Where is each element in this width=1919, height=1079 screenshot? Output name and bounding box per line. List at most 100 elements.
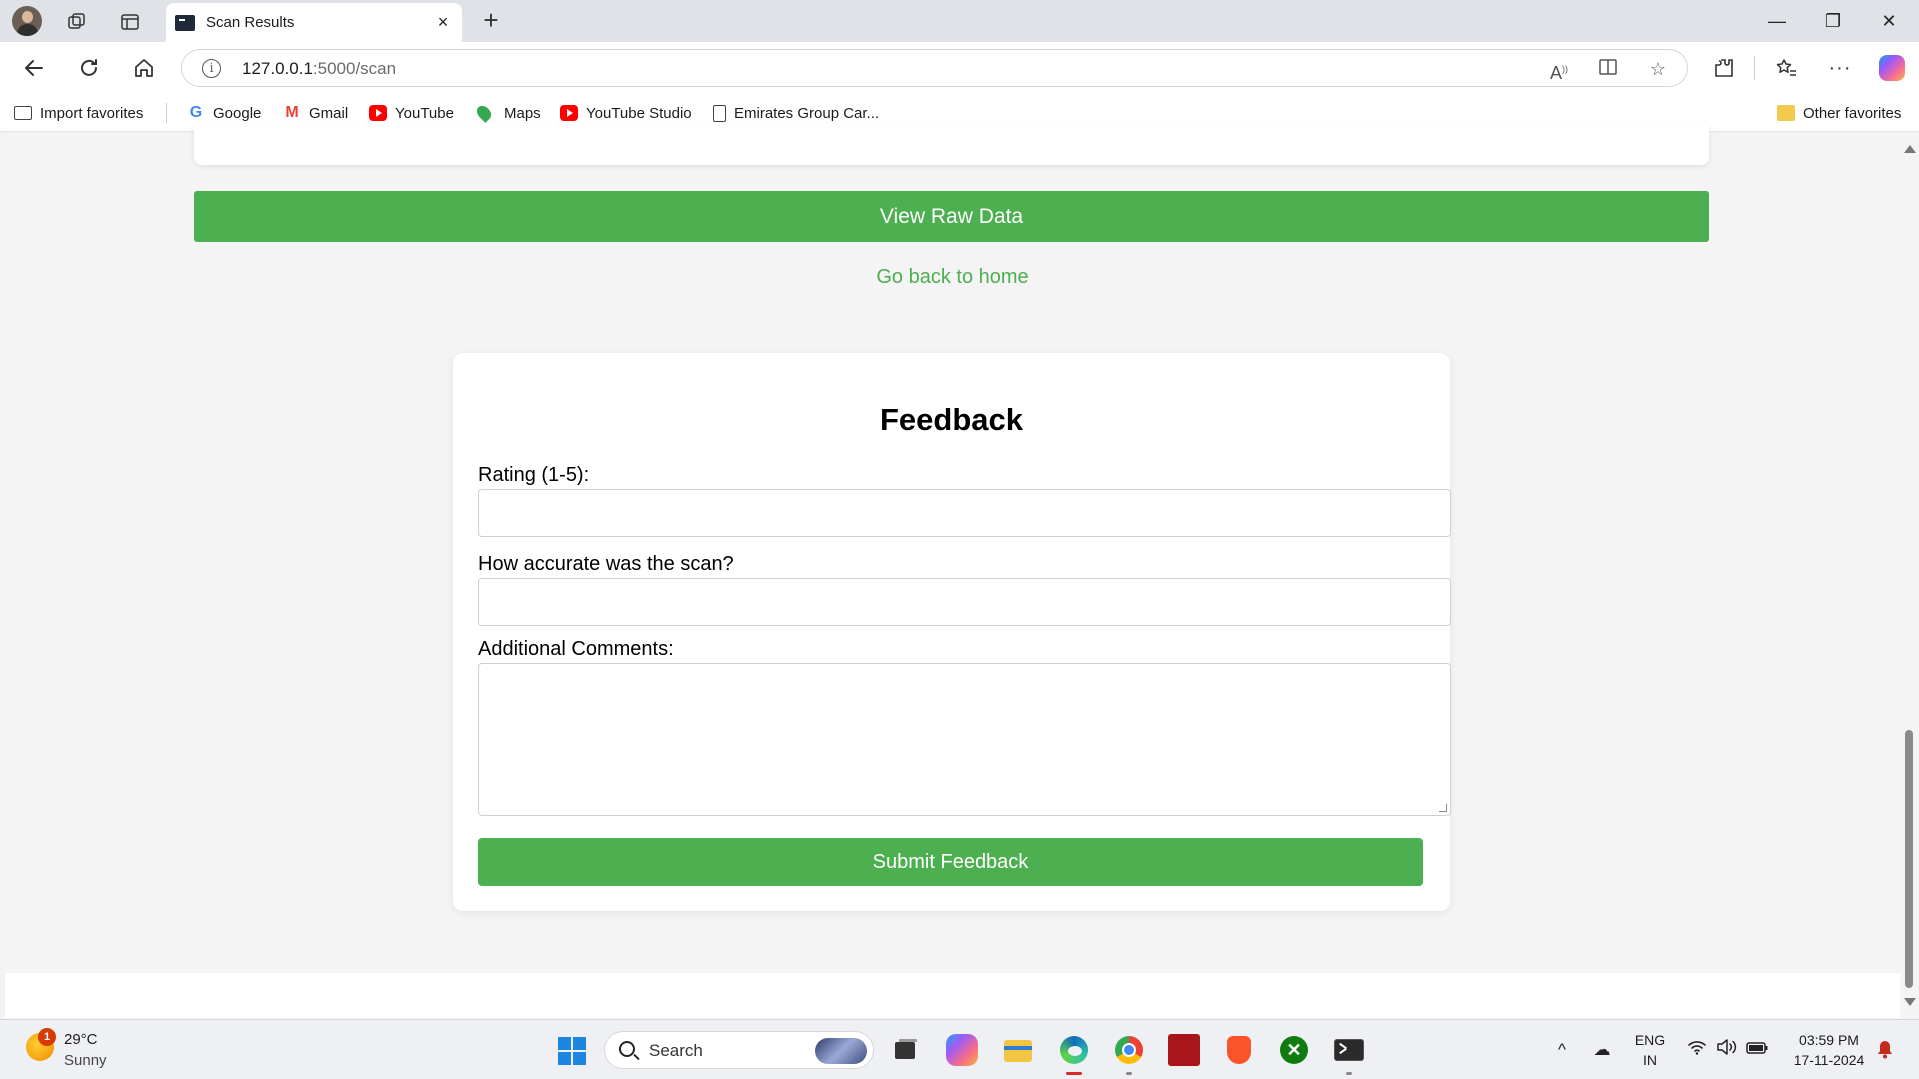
close-window-button[interactable]: ✕ [1869,8,1909,34]
page-viewport: View Raw Data Go back to home Feedback R… [5,123,1900,1018]
comments-textarea[interactable] [478,663,1451,816]
accuracy-input[interactable] [478,578,1451,626]
gmail-icon: M [285,104,299,121]
language-bottom[interactable]: IN [1630,1052,1670,1068]
volume-icon[interactable] [1716,1039,1738,1061]
language-top[interactable]: ENG [1630,1032,1670,1048]
favorite-maps[interactable]: Maps [474,103,541,123]
home-link-text[interactable]: Go back to home [876,266,1028,288]
immersive-reader-icon[interactable] [1597,57,1621,81]
chrome-icon[interactable] [1113,1034,1145,1075]
minimize-button[interactable]: — [1757,8,1797,34]
brave-icon[interactable] [1223,1034,1255,1066]
feedback-title: Feedback [879,402,1023,437]
xbox-icon[interactable]: ✕ [1278,1034,1310,1066]
url-host: 127.0.0.1 [242,59,313,78]
search-highlight-image [815,1038,867,1064]
favorite-label: Gmail [309,104,349,122]
favorite-label: Emirates Group Car... [734,104,880,122]
file-explorer-icon[interactable] [1002,1034,1034,1066]
favorite-label: Google [213,104,262,122]
youtube-icon [369,105,387,121]
vertical-tabs-icon[interactable] [113,7,147,37]
search-icon [619,1041,635,1057]
refresh-icon[interactable] [73,52,105,84]
clock-time[interactable]: 03:59 PM [1784,1032,1874,1048]
view-raw-data-button[interactable]: View Raw Data [194,191,1709,242]
notification-bell-icon[interactable] [1874,1039,1896,1061]
page-footer-area [5,973,1900,1018]
maps-icon [474,103,494,123]
go-back-home-link: Go back to home [5,266,1900,289]
favorite-star-icon[interactable]: ☆ [1646,57,1670,81]
profile-avatar[interactable] [12,6,42,36]
url-text[interactable]: 127.0.0.1:5000/scan [242,59,396,79]
folder-icon [1777,105,1795,121]
favorite-label: YouTube Studio [586,104,692,122]
submit-feedback-button[interactable]: Submit Feedback [478,838,1423,886]
scroll-up-icon[interactable] [1904,145,1916,153]
tab-strip: Scan Results × + — ❐ ✕ [0,0,1919,42]
weather-temp[interactable]: 29°C [64,1031,98,1048]
tab-title: Scan Results [206,14,295,31]
new-tab-button[interactable]: + [478,7,504,34]
workspaces-icon[interactable] [60,7,94,37]
read-aloud-icon[interactable]: A)) [1547,57,1571,83]
import-favorites-label: Import favorites [40,104,144,122]
site-info-icon[interactable]: i [202,59,221,78]
restore-button[interactable]: ❐ [1813,8,1853,34]
scrollbar-thumb[interactable] [1905,730,1913,988]
extensions-icon[interactable] [1708,52,1740,84]
tab-scan-results[interactable]: Scan Results × [166,3,462,42]
task-view-icon[interactable] [890,1034,922,1066]
copilot-app-icon[interactable] [946,1034,978,1066]
favorite-youtube-studio[interactable]: YouTube Studio [560,103,692,123]
google-icon: G [189,104,203,121]
copilot-logo [1879,55,1905,81]
start-windows-icon[interactable] [558,1037,586,1065]
search-placeholder: Search [649,1041,703,1060]
favorite-google[interactable]: G Google [187,103,262,123]
other-favorites[interactable]: Other favorites [1777,103,1901,123]
resize-grip-icon[interactable] [1439,804,1447,812]
comments-label: Additional Comments: [478,638,674,660]
scroll-down-icon[interactable] [1904,998,1916,1006]
browser-toolbar: i 127.0.0.1:5000/scan A)) ☆ ··· [0,42,1919,94]
address-bar[interactable]: i 127.0.0.1:5000/scan A)) ☆ [181,49,1688,87]
avatar-body [17,24,38,36]
back-icon[interactable] [18,52,50,84]
app-icon[interactable] [1168,1034,1200,1066]
more-icon[interactable]: ··· [1824,52,1856,84]
other-favorites-label: Other favorites [1803,104,1902,122]
tab-close-icon[interactable]: × [432,11,454,33]
toolbar-divider [1754,56,1755,80]
home-icon[interactable] [128,52,160,84]
rating-input[interactable] [478,489,1451,537]
taskbar-search[interactable]: Search [604,1031,874,1069]
favorite-emirates[interactable]: Emirates Group Car... [713,103,879,123]
edge-icon[interactable] [1058,1034,1090,1075]
terminal-icon[interactable] [1333,1034,1365,1075]
rating-label: Rating (1-5): [478,464,590,486]
favorite-youtube[interactable]: YouTube [369,103,454,123]
show-hidden-icons-chevron-icon[interactable]: ^ [1551,1039,1573,1061]
weather-condition[interactable]: Sunny [64,1052,107,1069]
favorite-label: YouTube [395,104,454,122]
battery-icon[interactable] [1746,1039,1768,1061]
clock-date[interactable]: 17-11-2024 [1784,1052,1874,1068]
import-icon [14,106,32,120]
avatar-head [22,11,33,23]
youtube-studio-icon [560,105,578,121]
wifi-icon[interactable] [1686,1039,1708,1061]
results-card [194,123,1709,165]
document-icon [713,104,726,122]
favorites-icon[interactable] [1770,52,1802,84]
copilot-icon[interactable] [1876,52,1908,84]
page-scrollbar[interactable] [1900,133,1919,1018]
favorite-label: Maps [504,104,541,122]
weather-badge: 1 [38,1028,56,1046]
favorite-gmail[interactable]: M Gmail [283,103,348,123]
import-favorites-link[interactable]: Import favorites [14,103,143,123]
feedback-card: Feedback Rating (1-5): How accurate was … [453,353,1451,911]
onedrive-cloud-icon[interactable]: ☁ [1591,1039,1613,1061]
